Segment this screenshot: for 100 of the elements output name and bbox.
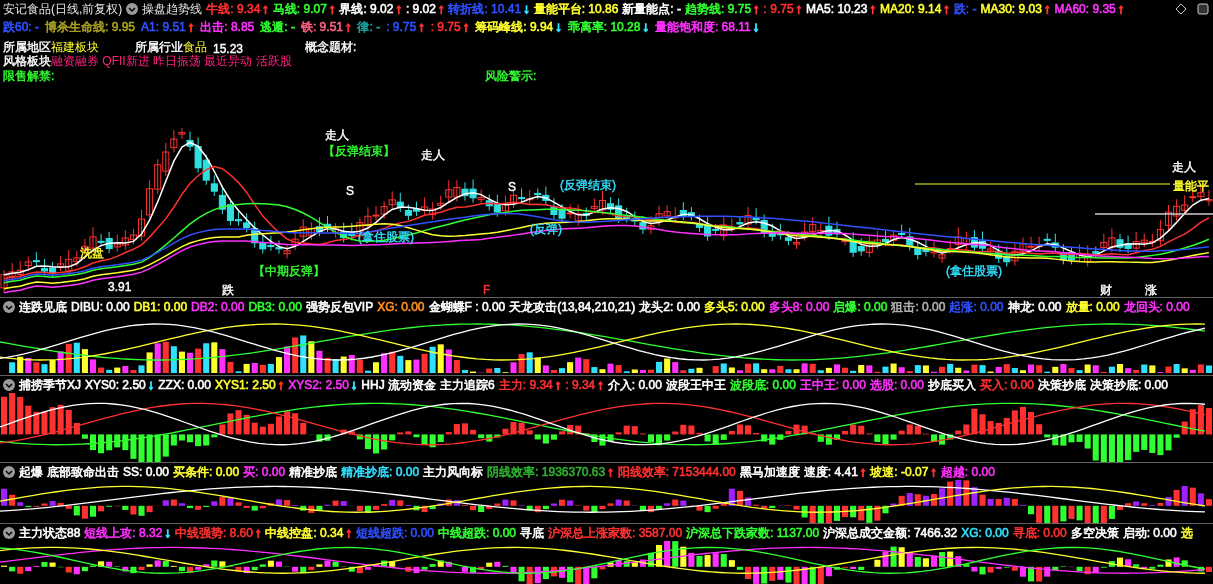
chart-annotation: S <box>346 183 354 200</box>
indicator-value: 寻底: 0.00 <box>1012 524 1067 542</box>
indicator-value: 底部致命出击 <box>47 463 119 481</box>
indicator-name: 操盘趋势线 <box>142 1 203 18</box>
trend-arrow: ↓ <box>164 523 171 542</box>
indicator-value: 跌: - <box>953 1 977 18</box>
indicator-value: 量能平台: 10.86 <box>533 1 619 18</box>
trend-arrow: ↑ <box>859 462 867 481</box>
toggle-icon[interactable] <box>126 3 139 15</box>
indicator-value: 起涨: 0.00 <box>949 298 1004 316</box>
indicator-value: 启动: 0.00 <box>1122 524 1177 542</box>
trend-arrow: ↑ <box>254 523 262 542</box>
trend-arrow: ↓ <box>523 0 530 19</box>
toggle-icon[interactable] <box>3 300 15 313</box>
info-value: 福建板块 <box>51 39 99 55</box>
indicator-value: 金蝴蝶F : 0.00 <box>428 298 506 316</box>
indicator-value: MA20: 9.14 <box>879 1 942 18</box>
indicator-value: MA30: 9.03 <box>980 1 1042 18</box>
chart-annotation: 财 <box>1100 282 1112 299</box>
indicator-value: 筹码峰线: 9.94 <box>475 19 554 36</box>
trend-arrow: ↑ <box>262 0 269 19</box>
chart-annotation: 走人 <box>421 147 445 164</box>
indicator-value: 决策抄底: 0.00 <box>1089 376 1168 394</box>
indicator-value: 起爆 <box>19 463 43 481</box>
trend-arrow: ↑ <box>437 0 445 19</box>
info-label: 所属地区 <box>3 39 51 55</box>
trend-arrow: ↑ <box>277 375 285 394</box>
info-label: 概念题材: <box>305 39 357 56</box>
indicator-value: 决策抄底 <box>1037 376 1086 394</box>
toggle-icon[interactable] <box>3 526 15 539</box>
indicator-value: XG: 0.00 <box>377 298 425 316</box>
info-label: 所属行业 <box>135 39 183 55</box>
toggle-icon[interactable] <box>3 465 15 478</box>
indicator-value: ZZX: 0.00 <box>158 376 211 394</box>
indicator-value: 阴线效率: 1936370.63 <box>487 463 606 481</box>
indicator-value: 短线超跌: 0.00 <box>355 524 434 542</box>
panel-icon[interactable] <box>1197 3 1209 15</box>
indicator-value: 神龙: 0.00 <box>1007 298 1062 316</box>
indicator-value: 多头5: 0.00 <box>704 298 765 316</box>
indicator-value: 买入: 0.00 <box>979 376 1034 394</box>
chart-annotation: 15.23 <box>213 41 244 56</box>
indicator-value: 新量能点: - <box>622 1 682 18</box>
indicator-value: MA5: 10.23 <box>806 1 868 18</box>
indicator-value: 天龙攻击(13,84,210,21) <box>509 298 636 316</box>
indicator-value: 龙头2: 0.00 <box>639 298 700 316</box>
indicator-value: 介入: 0.00 <box>607 376 662 394</box>
indicator-value: 中线强势: 8.60 <box>174 524 253 542</box>
indicator-value: 趋势线: 9.75 <box>685 1 752 18</box>
indicator-value: 主力追踪6 <box>440 376 495 394</box>
indicator-value: 主力风向标 <box>423 463 484 481</box>
info-value: 融资融券 QFII新进 昨日振荡 最近异动 活跃股 <box>51 53 292 70</box>
indicator-value: 马线: 9.07 <box>272 1 327 18</box>
indicator-value: 强势反包VIP <box>305 298 374 316</box>
info-label: 风格板块 <box>3 53 51 70</box>
indicator-value: 沪深总下跌家数: 1137.00 <box>686 524 820 542</box>
trend-arrow: ↑ <box>345 523 352 542</box>
indicator-value: 黑马加速度 <box>739 463 800 481</box>
indicator-value: DIBU: 0.00 <box>71 298 130 316</box>
chart-annotation: 涨 <box>1145 282 1157 299</box>
trend-arrow: ↓ <box>350 375 358 394</box>
trend-arrow: ↓ <box>555 18 562 37</box>
indicator-value: 沪深总上涨家数: 3587.00 <box>548 524 683 542</box>
chart-annotation: S <box>508 179 516 196</box>
trend-arrow: ↑ <box>943 0 950 19</box>
indicator-value: 跌60: - <box>3 19 39 36</box>
chart-annotation: 跌 <box>222 282 234 299</box>
indicator-value: 选 <box>1180 524 1193 542</box>
indicator-value: : 9.02 <box>405 1 436 18</box>
indicator-value: A1: 9.51 <box>141 19 186 36</box>
indicator-value: : 9.34 <box>565 376 596 394</box>
indicator-value: HHJ 流动资金 <box>361 376 437 394</box>
indicator-value: : 9.75 <box>386 19 417 36</box>
indicator-value: 抄底买入 <box>927 376 976 394</box>
toggle-icon[interactable] <box>3 378 15 391</box>
indicator-value: 阳线效率: 7153444.00 <box>617 463 736 481</box>
indicator-value: MA60: 9.35 <box>1054 1 1116 18</box>
indicator-value: XYS0: 2.50 <box>85 376 146 394</box>
trend-arrow: ↑ <box>418 18 425 37</box>
indicator-value: 精准抄底: 0.00 <box>341 463 420 481</box>
indicator-value: 转折线: 10.41 <box>448 1 522 18</box>
indicator-value: 狙击: 0.00 <box>891 298 946 316</box>
info-label: 风险警示: <box>485 68 537 85</box>
diamond-icon[interactable] <box>1175 3 1187 15</box>
trend-arrow: ↑ <box>607 462 614 481</box>
indicator-value: 中线超跌: 0.00 <box>438 524 516 542</box>
trend-arrow: ↑ <box>597 375 604 394</box>
indicator-value: 龙回头: 0.00 <box>1123 298 1190 316</box>
indicator-value: 买: 0.00 <box>243 463 286 481</box>
trend-arrow: ↓ <box>752 18 760 37</box>
indicator-value: 牛线: 9.34 <box>206 1 261 18</box>
trend-arrow: ↑ <box>187 18 195 37</box>
trend-arrow: ↑ <box>462 18 470 37</box>
chart-annotation: 3.91 <box>108 279 132 296</box>
indicator-value: 波段王中王 <box>665 376 726 394</box>
chart-annotation: (拿住股票) <box>946 263 1002 280</box>
indicator-value: 王中王: 0.00 <box>799 376 866 394</box>
indicator-value: XYS2: 2.50 <box>288 376 349 394</box>
indicator-value: 逃遁: - <box>260 19 295 36</box>
indicator-value: 波段底: 0.00 <box>729 376 796 394</box>
indicator-value: XG: 0.00 <box>961 524 1009 542</box>
